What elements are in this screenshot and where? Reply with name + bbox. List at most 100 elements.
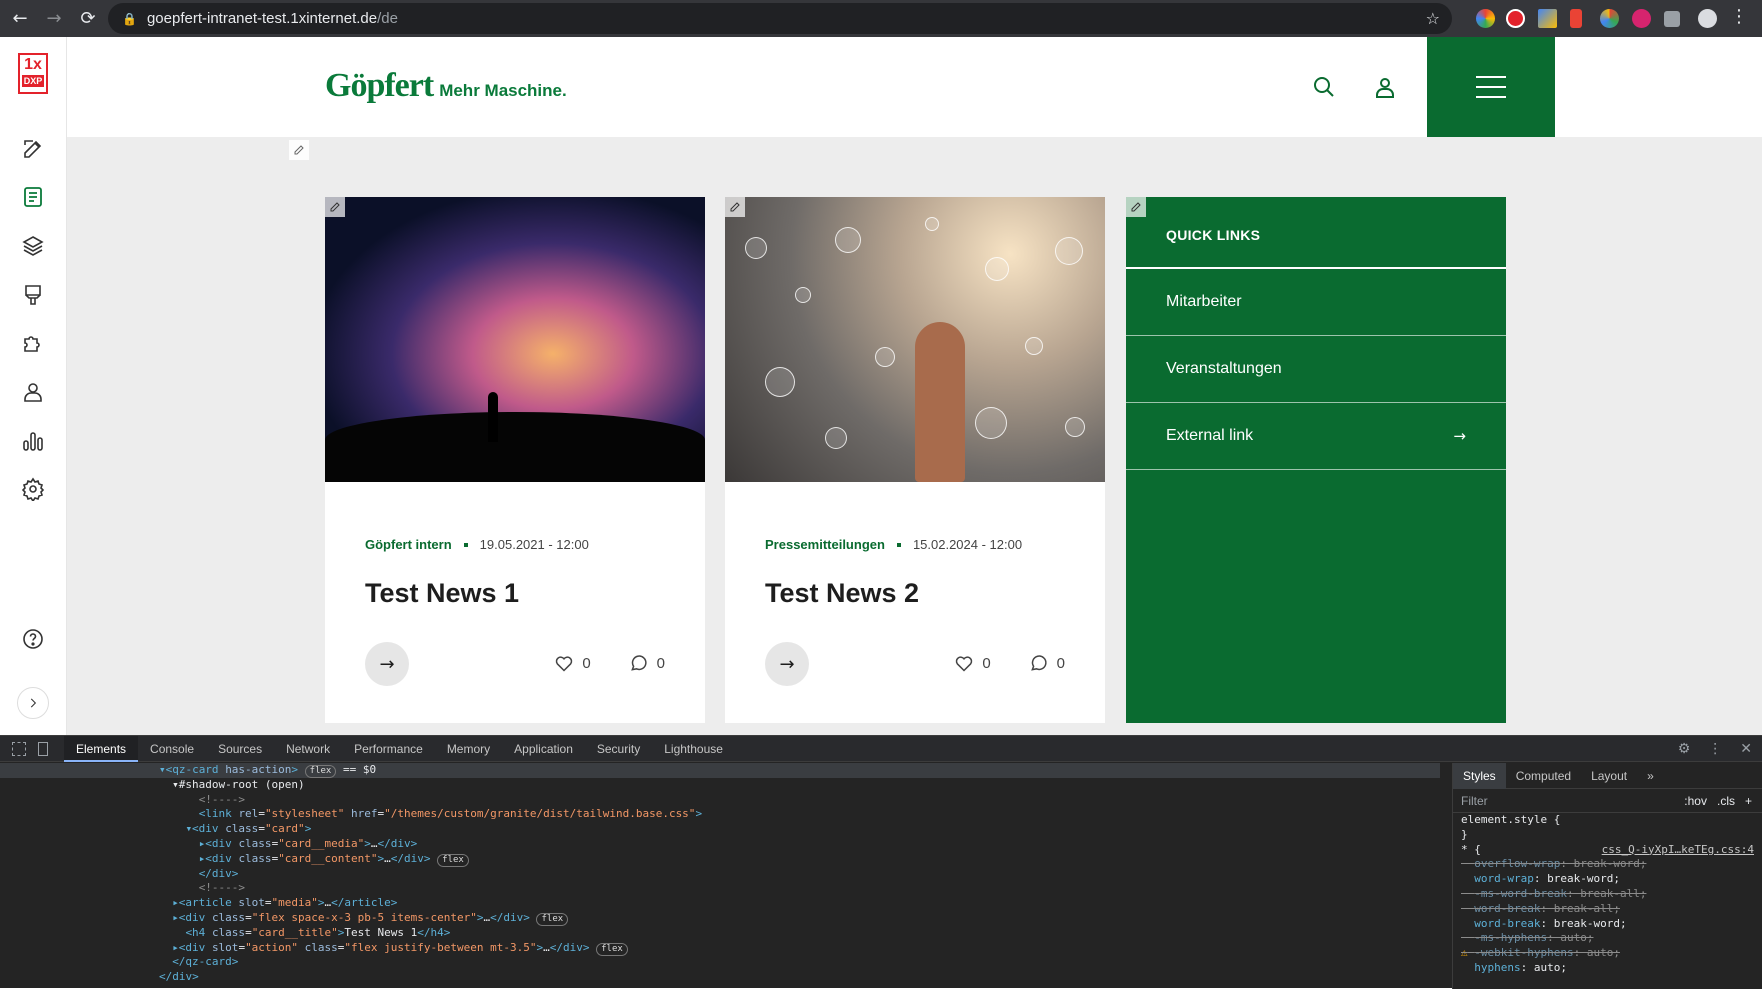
stylesheet-link[interactable]: css_Q-iyXpI…keTEg.css:4: [1602, 843, 1754, 858]
help-icon[interactable]: [21, 627, 45, 651]
card-image-bubbles: [725, 197, 1105, 482]
styles-filter-input[interactable]: Filter: [1461, 794, 1684, 808]
address-bar[interactable]: 🔒 goepfert-intranet-test.1xinternet.de/d…: [108, 3, 1452, 34]
card-title[interactable]: Test News 2: [765, 578, 1075, 609]
brand-tagline: Mehr Maschine.: [439, 81, 567, 100]
card-content: Göpfert intern 19.05.2021 - 12:00 Test N…: [365, 537, 675, 609]
tab-more[interactable]: »: [1637, 769, 1664, 783]
extension-icon-4[interactable]: [1570, 9, 1582, 28]
comments-count: 0: [656, 654, 665, 672]
card-date: 15.02.2024 - 12:00: [912, 537, 1023, 552]
devtools-panel: Elements Console Sources Network Perform…: [0, 735, 1762, 989]
extension-icon-5[interactable]: [1600, 9, 1619, 28]
edit-region-pencil-icon[interactable]: [289, 140, 309, 160]
tab-security[interactable]: Security: [585, 736, 652, 762]
hamburger-icon: [1476, 76, 1506, 98]
forward-icon[interactable]: →: [40, 5, 68, 33]
browser-toolbar: ← → ⟳ 🔒 goepfert-intranet-test.1xinterne…: [0, 0, 1762, 37]
card-category[interactable]: Göpfert intern: [365, 537, 452, 552]
heart-icon[interactable]: [554, 653, 574, 673]
comment-icon[interactable]: [1029, 653, 1049, 673]
comment-icon[interactable]: [629, 653, 649, 673]
heart-icon[interactable]: [954, 653, 974, 673]
tab-styles[interactable]: Styles: [1453, 762, 1506, 789]
card-image-milky-way: [325, 197, 705, 482]
dom-tree[interactable]: ▾<qz-card has-action> flex == $0 ▾#shado…: [0, 763, 1440, 989]
edit-pencil-icon[interactable]: [325, 197, 345, 217]
add-rule-icon[interactable]: +: [1745, 794, 1752, 808]
devtools-tabs: Elements Console Sources Network Perform…: [0, 735, 1762, 762]
device-toolbar-icon[interactable]: [38, 741, 48, 756]
card-stats: 0 0: [554, 653, 665, 673]
tab-layout[interactable]: Layout: [1581, 769, 1637, 783]
profile-avatar-icon[interactable]: [1698, 9, 1717, 28]
site-header: Göpfert Mehr Maschine.: [67, 37, 1762, 137]
puzzle-icon[interactable]: [1664, 11, 1680, 27]
tab-lighthouse[interactable]: Lighthouse: [652, 736, 735, 762]
card-meta: Göpfert intern 19.05.2021 - 12:00: [365, 537, 675, 552]
brand-logo[interactable]: Göpfert Mehr Maschine.: [325, 67, 567, 105]
card-content: Pressemitteilungen 15.02.2024 - 12:00 Te…: [765, 537, 1075, 609]
card-stats: 0 0: [954, 653, 1065, 673]
more-menu-icon[interactable]: ⋮: [1730, 6, 1748, 27]
quick-links-title: QUICK LINKS: [1126, 197, 1506, 269]
bookmark-star-icon[interactable]: ☆: [1426, 9, 1440, 28]
account-icon[interactable]: [1373, 75, 1397, 99]
extension-icon-2[interactable]: [1506, 9, 1525, 28]
dxp-logo[interactable]: 1x DXP: [18, 53, 48, 94]
extensions-icon[interactable]: [21, 331, 45, 355]
site-viewport: Göpfert Mehr Maschine. Göpfert intern 19…: [67, 37, 1762, 735]
reload-icon[interactable]: ⟳: [74, 5, 102, 33]
cls-toggle[interactable]: .cls: [1717, 794, 1735, 808]
analytics-icon[interactable]: [21, 429, 45, 453]
tab-console[interactable]: Console: [138, 736, 206, 762]
card-title[interactable]: Test News 1: [365, 578, 675, 609]
dxp-sidebar: 1x DXP: [0, 37, 67, 735]
inspect-element-icon[interactable]: [12, 741, 26, 756]
devtools-settings-icon[interactable]: ⚙: [1678, 741, 1691, 757]
card-meta: Pressemitteilungen 15.02.2024 - 12:00: [765, 537, 1075, 552]
quick-link-mitarbeiter[interactable]: Mitarbeiter: [1126, 269, 1506, 336]
main-menu-button[interactable]: [1427, 37, 1555, 137]
layers-icon[interactable]: [21, 234, 45, 258]
edit-pencil-icon[interactable]: [725, 197, 745, 217]
hov-toggle[interactable]: :hov: [1684, 794, 1707, 808]
card-category[interactable]: Pressemitteilungen: [765, 537, 885, 552]
tab-sources[interactable]: Sources: [206, 736, 274, 762]
brush-icon[interactable]: [21, 283, 45, 307]
likes-count: 0: [982, 654, 991, 672]
tab-application[interactable]: Application: [502, 736, 585, 762]
tab-computed[interactable]: Computed: [1506, 769, 1581, 783]
content-icon[interactable]: [21, 185, 45, 209]
quick-links-panel: QUICK LINKS Mitarbeiter Veranstaltungen …: [1126, 197, 1506, 723]
tab-memory[interactable]: Memory: [435, 736, 502, 762]
extension-icon-1[interactable]: [1476, 9, 1495, 28]
edit-icon[interactable]: [21, 137, 45, 161]
quick-link-external[interactable]: External link →: [1126, 403, 1506, 470]
quick-link-veranstaltungen[interactable]: Veranstaltungen: [1126, 336, 1506, 403]
news-card[interactable]: Göpfert intern 19.05.2021 - 12:00 Test N…: [325, 197, 705, 723]
comments-count: 0: [1056, 654, 1065, 672]
extension-icon-3[interactable]: [1538, 9, 1557, 28]
styles-pane: Styles Computed Layout » Filter :hov .cl…: [1452, 762, 1762, 989]
tab-performance[interactable]: Performance: [342, 736, 435, 762]
url-host: goepfert-intranet-test.1xinternet.de: [146, 10, 378, 27]
card-arrow-button[interactable]: →: [365, 642, 409, 686]
dom-node-selected[interactable]: ▾<qz-card has-action> flex == $0: [0, 763, 1440, 778]
news-card[interactable]: Pressemitteilungen 15.02.2024 - 12:00 Te…: [725, 197, 1105, 723]
devtools-more-icon[interactable]: ⋮: [1708, 741, 1722, 757]
warning-icon: ⚠: [1461, 946, 1468, 960]
tab-elements[interactable]: Elements: [64, 735, 139, 762]
user-icon[interactable]: [21, 380, 45, 404]
back-icon[interactable]: ←: [6, 5, 34, 33]
expand-icon[interactable]: [17, 687, 49, 719]
url-path: /de: [377, 10, 398, 27]
card-arrow-button[interactable]: →: [765, 642, 809, 686]
likes-count: 0: [582, 654, 591, 672]
settings-icon[interactable]: [21, 477, 45, 503]
extension-icon-6[interactable]: [1632, 9, 1651, 28]
devtools-close-icon[interactable]: ✕: [1740, 741, 1752, 757]
tab-network[interactable]: Network: [274, 736, 342, 762]
search-icon[interactable]: [1312, 75, 1336, 99]
edit-pencil-icon[interactable]: [1126, 197, 1146, 217]
